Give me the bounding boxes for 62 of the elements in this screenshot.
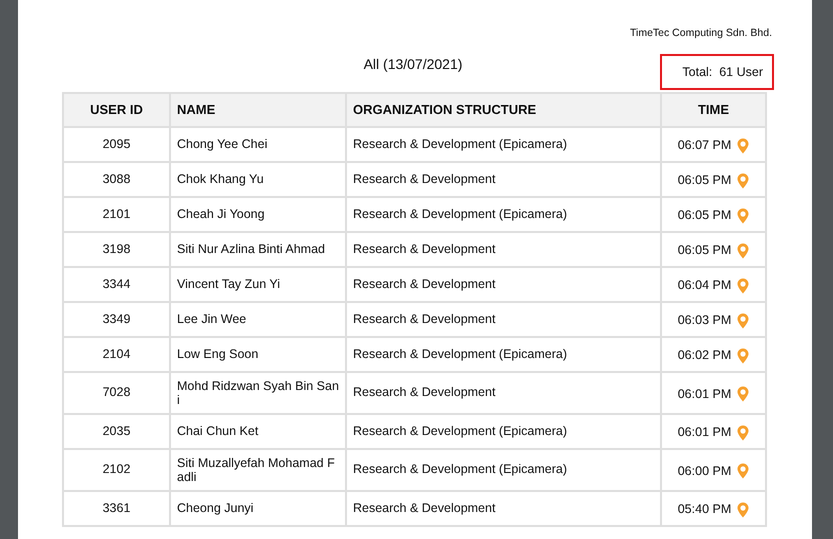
column-header: USER ID <box>63 92 170 127</box>
table-cell: Lee Jin Wee <box>170 302 346 337</box>
table-cell: Cheong Junyi <box>170 490 346 526</box>
table-cell: Research & Development (Epicamera) <box>346 126 661 162</box>
time-text: 06:00 PM <box>678 462 732 480</box>
table-cell: Chok Khang Yu <box>170 162 346 197</box>
location-pin-icon <box>737 312 750 329</box>
table-cell: 3344 <box>63 266 170 302</box>
table-cell: Research & Development <box>346 490 661 526</box>
table-cell: Research & Development (Epicamera) <box>346 448 661 491</box>
table-cell: Cheah Ji Yoong <box>170 196 346 232</box>
time-text: 06:05 PM <box>678 172 732 190</box>
column-header: TIME <box>661 92 766 127</box>
table-cell: Research & Development (Epicamera) <box>346 196 661 232</box>
location-pin-icon <box>737 278 750 294</box>
location-pin-icon <box>737 172 750 189</box>
table-cell: Research & Development <box>346 232 661 267</box>
time-text: 06:01 PM <box>678 424 732 442</box>
time-text: 06:04 PM <box>678 277 732 294</box>
location-pin-icon <box>737 424 750 441</box>
location-pin-icon <box>737 348 750 364</box>
location-pin-icon <box>737 463 750 480</box>
time-text: 06:03 PM <box>678 312 732 330</box>
table-cell: Mohd Ridzwan Syah Bin Sani <box>170 372 346 414</box>
table-cell: Low Eng Soon <box>170 336 346 372</box>
company-name: TimeTec Computing Sdn. Bhd. <box>630 26 772 41</box>
total-count: Total: 61 User <box>660 54 774 90</box>
table-cell: Research & Development <box>346 302 661 337</box>
table-cell: 3198 <box>63 232 170 267</box>
table-cell: 2101 <box>63 196 170 232</box>
table-cell: Chong Yee Chei <box>170 126 346 162</box>
table-cell: 3361 <box>63 490 170 526</box>
table-cell: Research & Development <box>346 266 661 302</box>
table-cell: 7028 <box>63 372 170 414</box>
table-cell: Siti Muzallyefah Mohamad Fadli <box>170 448 346 491</box>
column-header: NAME <box>170 92 346 127</box>
location-pin-icon <box>737 502 750 518</box>
location-pin-icon <box>737 242 750 259</box>
table-cell: Siti Nur Azlina Binti Ahmad <box>170 232 346 267</box>
time-text: 06:07 PM <box>678 137 732 154</box>
location-pin-icon <box>737 386 750 402</box>
time-text: 05:40 PM <box>678 501 732 518</box>
table-cell: 3349 <box>63 302 170 337</box>
time-text: 06:05 PM <box>678 242 732 260</box>
time-text: 06:01 PM <box>678 386 732 403</box>
table-cell: Chai Chun Ket <box>170 414 346 449</box>
table-cell: Research & Development <box>346 162 661 197</box>
table-cell: 2102 <box>63 448 170 491</box>
location-pin-icon <box>737 208 750 224</box>
location-pin-icon <box>737 138 750 154</box>
table-cell: 3088 <box>63 162 170 197</box>
table-cell: Research & Development <box>346 372 661 414</box>
report-title: All (13/07/2021) <box>364 54 462 74</box>
table-cell: Research & Development (Epicamera) <box>346 414 661 449</box>
table-cell: Research & Development (Epicamera) <box>346 336 661 372</box>
table-cell: 2104 <box>63 336 170 372</box>
time-text: 06:02 PM <box>678 347 732 364</box>
table-cell: 2035 <box>63 414 170 449</box>
time-text: 06:05 PM <box>678 207 732 224</box>
table-cell: Vincent Tay Zun Yi <box>170 266 346 302</box>
table-cell: 2095 <box>63 126 170 162</box>
column-header: ORGANIZATION STRUCTURE <box>346 92 661 127</box>
